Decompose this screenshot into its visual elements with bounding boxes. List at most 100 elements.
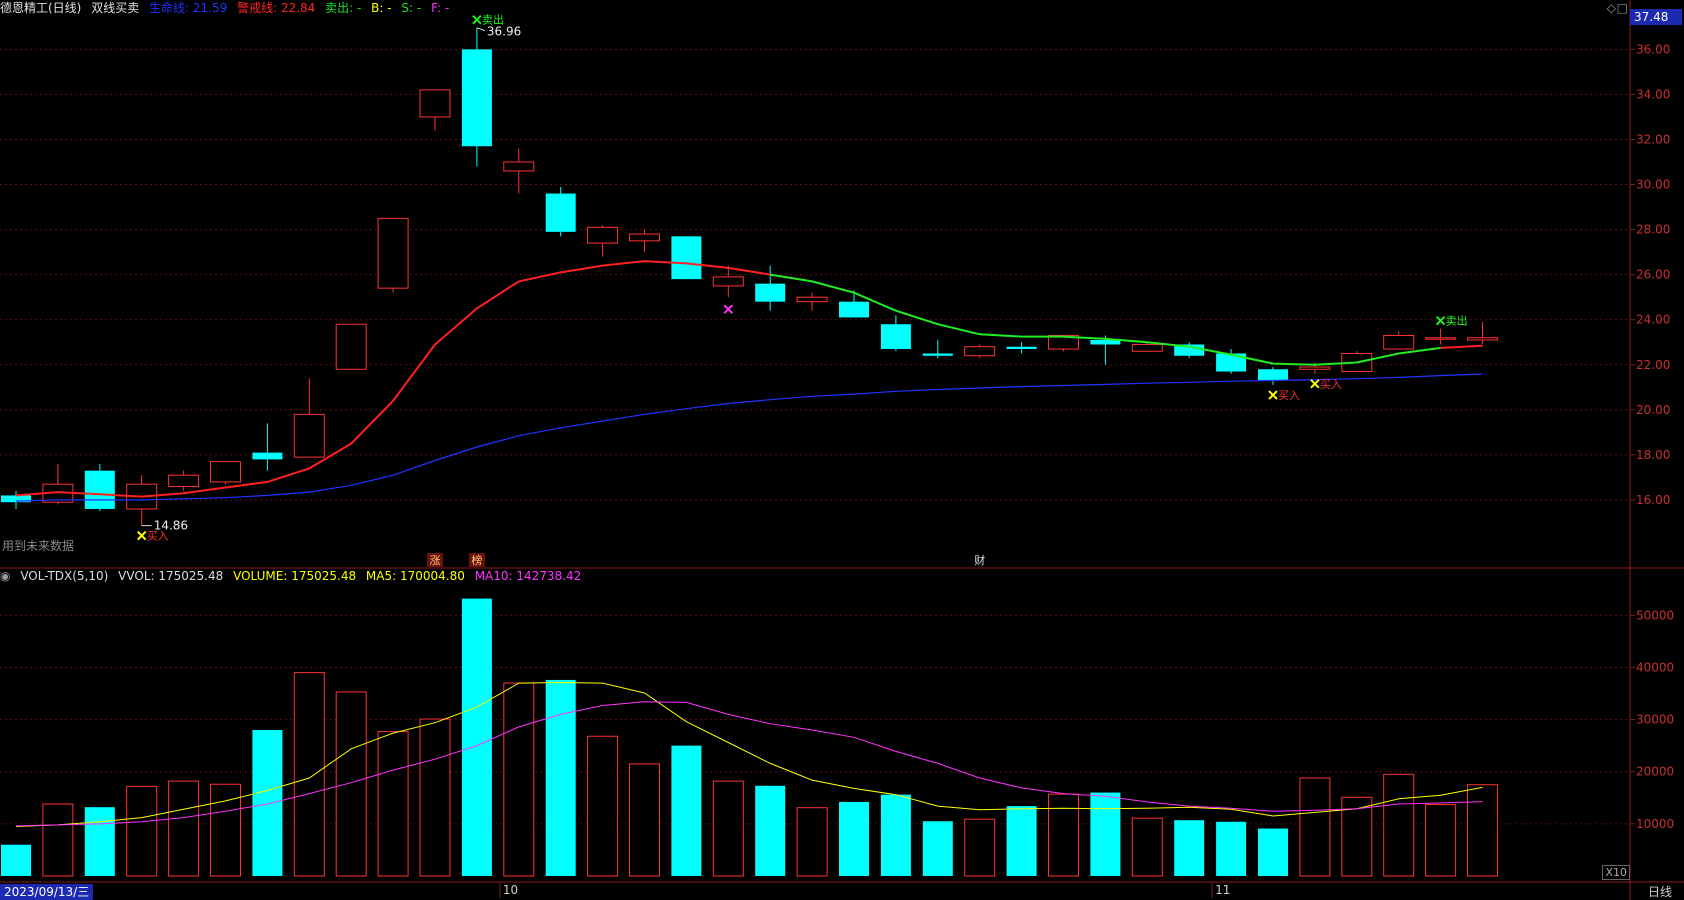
volume-bar [1048, 793, 1079, 877]
event-marker: 榜 [471, 553, 482, 567]
volume-bar [839, 801, 869, 876]
signal-label: 买入 [1278, 389, 1300, 402]
ma10-value: MA10: 142738.42 [474, 569, 582, 583]
vvol-value: VVOL: 175025.48 [118, 569, 224, 583]
zoom-x10-button[interactable]: X10 [1602, 865, 1630, 880]
candle-body [1299, 366, 1331, 370]
volume-bar [84, 807, 115, 876]
volume-bar [126, 785, 158, 877]
candle-body [1383, 334, 1415, 350]
high-price-label: 36.96 [487, 25, 521, 39]
volume-indicator-name[interactable]: VOL-TDX(5,10) [20, 569, 108, 583]
price-tick-label: 22.00 [1636, 358, 1670, 372]
volume-bar [1258, 828, 1288, 876]
volume-bar [419, 718, 451, 877]
ma5-value: MA5: 170004.80 [365, 569, 465, 583]
candle-body [922, 353, 953, 356]
b-value: B: - [371, 1, 392, 15]
warn-line-value: 警戒线: 22.84 [237, 1, 316, 15]
candle-body [964, 346, 996, 357]
volume-bar [1090, 792, 1121, 876]
volume-indicator-icon[interactable]: ◉ [0, 569, 10, 583]
signal-magenta [723, 304, 734, 314]
signal-buy: 买入 [136, 530, 169, 543]
candle-body [377, 217, 409, 289]
volume-bar [587, 735, 619, 877]
volume-tick-label: 20000 [1636, 765, 1674, 779]
candle-body [545, 193, 576, 232]
volume-series [1, 598, 1498, 877]
volume-bar [755, 785, 786, 876]
volume-bar [1383, 773, 1415, 877]
square-icon[interactable]: □ [1617, 0, 1628, 16]
volume-value: VOLUME: 175025.48 [233, 569, 357, 583]
volume-bar [880, 794, 911, 876]
volume-tick-label: 50000 [1636, 608, 1674, 622]
warn-line-red [15, 260, 771, 498]
volume-bar [712, 780, 744, 877]
date-cursor-label: 2023/09/13/三 [0, 884, 94, 900]
month-label: 10 [503, 883, 518, 897]
s-value: S: - [401, 1, 422, 15]
volume-bar [1216, 821, 1247, 876]
volume-bar [796, 807, 828, 877]
volume-bar [461, 598, 492, 876]
price-panel-header: 德恩精工(日线) 双线买卖 生命线: 21.59 警戒线: 22.84 卖出: … [0, 0, 455, 16]
volume-bar [293, 672, 325, 877]
high-price-pointer [476, 27, 486, 32]
signal-label: 卖出 [1446, 314, 1468, 328]
price-tick-label: 18.00 [1636, 448, 1670, 462]
candle-body [796, 296, 828, 303]
candle-body [839, 301, 869, 318]
event-marker: 涨 [430, 554, 441, 567]
candle-body [1006, 346, 1037, 349]
stock-name: 德恩精工(日线) [0, 1, 82, 15]
signal-buy: 买入 [1268, 389, 1300, 402]
price-tick-label: 32.00 [1636, 132, 1670, 146]
price-tick-label: 34.00 [1636, 87, 1670, 101]
volume-bar [671, 745, 702, 876]
volume-bar [922, 821, 953, 876]
life-line-value: 生命线: 21.59 [149, 1, 228, 15]
volume-bar [42, 803, 74, 877]
month-label: 11 [1215, 883, 1230, 897]
volume-tick-label: 40000 [1636, 660, 1674, 674]
current-price-tag: 37.48 [1630, 9, 1682, 25]
stock-chart[interactable]: 16.00 18.00 20.00 22.00 24.00 26.00 28.00 30.00… [0, 0, 1684, 900]
warn-line-red [1440, 344, 1483, 349]
f-value: F: - [431, 1, 450, 15]
candle-body [712, 276, 744, 287]
candle-body [1425, 337, 1457, 340]
volume-panel-header: ◉ VOL-TDX(5,10) VVOL: 175025.48 VOLUME: … [0, 568, 587, 584]
signal-sell: 卖出 [1435, 314, 1468, 328]
candle-body [252, 452, 283, 460]
candle-body [1467, 337, 1498, 341]
volume-bar [1425, 804, 1457, 877]
signal-label: 买入 [1320, 378, 1342, 391]
signal-sell: 卖出 [472, 13, 504, 27]
volume-bar [964, 818, 996, 877]
candle-body [1131, 343, 1163, 352]
volume-bar [1174, 820, 1205, 876]
volume-bar [1131, 817, 1163, 877]
candle-body [168, 474, 200, 487]
indicator-name[interactable]: 双线买卖 [91, 1, 139, 15]
volume-tick-label: 10000 [1636, 817, 1674, 831]
candle-body [210, 461, 241, 483]
period-label[interactable]: 日线 [1644, 884, 1676, 900]
candle-body [293, 413, 325, 458]
volume-bar [1006, 806, 1037, 876]
candle-body [880, 324, 911, 349]
price-tick-label: 36.00 [1636, 42, 1670, 56]
candle-body [503, 161, 535, 172]
signal-label: 卖出 [482, 13, 504, 27]
sell-value: 卖出: - [325, 1, 362, 15]
candle-body [419, 89, 451, 118]
candle-body [671, 236, 702, 280]
diamond-icon[interactable]: ◇ [1607, 0, 1616, 16]
volume-tick-label: 30000 [1636, 713, 1674, 727]
volume-bar [168, 780, 200, 877]
price-tick-label: 20.00 [1636, 403, 1670, 417]
candle-body [335, 323, 367, 370]
volume-bar [1299, 777, 1331, 877]
